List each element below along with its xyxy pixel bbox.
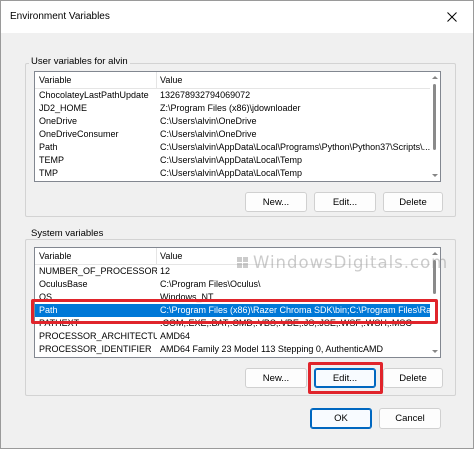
variable-name: OculusBase bbox=[39, 279, 88, 289]
system-edit-button[interactable]: Edit... bbox=[314, 368, 376, 388]
variable-value: AMD64 bbox=[160, 331, 191, 341]
table-row[interactable]: OculusBase C:\Program Files\Oculus\ bbox=[35, 278, 440, 291]
variable-name: TEMP bbox=[39, 155, 65, 165]
column-header-variable[interactable]: Variable bbox=[35, 72, 71, 89]
user-edit-button[interactable]: Edit... bbox=[314, 192, 376, 212]
variable-value: Windows_NT bbox=[160, 292, 214, 302]
variable-name: OS bbox=[39, 292, 53, 302]
table-row[interactable]: PATHEXT .COM;.EXE;.BAT;.CMD;.VBS;.VBE;.JS… bbox=[35, 317, 440, 330]
table-row[interactable]: PROCESSOR_ARCHITECTUREAMD64 bbox=[35, 330, 440, 343]
table-row[interactable]: OS Windows_NT bbox=[35, 291, 440, 304]
user-variable-rows: ChocolateyLastPathUpdate 1326789327940690… bbox=[35, 89, 440, 180]
variable-name: TMP bbox=[39, 168, 58, 178]
scroll-up-icon[interactable] bbox=[432, 252, 438, 255]
variable-value: C:\Users\alvin\AppData\Local\Temp bbox=[160, 155, 303, 165]
scroll-up-icon[interactable] bbox=[432, 76, 438, 79]
system-variables-label: System variables bbox=[29, 228, 106, 239]
variable-value: C:\Users\alvin\OneDrive bbox=[160, 116, 257, 126]
variable-name: Path bbox=[39, 142, 58, 152]
variable-name: Path bbox=[39, 305, 58, 315]
user-list-header: Variable Value bbox=[35, 72, 440, 89]
variable-value: C:\Users\alvin\OneDrive bbox=[160, 129, 257, 139]
variable-value: C:\Users\alvin\AppData\Local\Temp bbox=[160, 168, 303, 178]
variable-name: NUMBER_OF_PROCESSORS bbox=[39, 266, 157, 276]
variable-value: 12 bbox=[160, 266, 171, 276]
variable-value: .COM;.EXE;.BAT;.CMD;.VBS;.VBE;.JS;.JSE;.… bbox=[160, 318, 412, 328]
variable-name: JD2_HOME bbox=[39, 103, 88, 113]
variable-value: C:\Users\alvin\AppData\Local\Programs\Py… bbox=[160, 142, 431, 152]
system-variables-list[interactable]: Variable Value NUMBER_OF_PROCESSORS 12 Oc… bbox=[34, 247, 441, 358]
user-list-scrollbar[interactable] bbox=[430, 72, 440, 181]
scroll-down-icon[interactable] bbox=[432, 350, 438, 353]
variable-value: C:\Program Files (x86)\Razer Chroma SDK\… bbox=[160, 305, 441, 315]
column-header-variable[interactable]: Variable bbox=[35, 248, 71, 265]
column-header-value[interactable]: Value bbox=[156, 248, 182, 265]
variable-value: Z:\Program Files (x86)\jdownloader bbox=[160, 103, 301, 113]
system-variable-rows: NUMBER_OF_PROCESSORS 12 OculusBase C:\Prog… bbox=[35, 265, 440, 356]
table-row[interactable]: PROCESSOR_IDENTIFIER AMD64 Family 23 Mode… bbox=[35, 343, 440, 356]
title-bar[interactable]: Environment Variables bbox=[1, 1, 473, 33]
variable-name: ChocolateyLastPathUpdate bbox=[39, 90, 149, 100]
variable-name: OneDriveConsumer bbox=[39, 129, 119, 139]
user-variables-list[interactable]: Variable Value ChocolateyLastPathUpdate 1… bbox=[34, 71, 441, 182]
scroll-down-icon[interactable] bbox=[432, 174, 438, 177]
window-title: Environment Variables bbox=[10, 11, 110, 22]
system-list-header: Variable Value bbox=[35, 248, 440, 265]
variable-value: 132678932794069072 bbox=[160, 90, 251, 100]
table-row[interactable]: OneDriveConsumer C:\Users\alvin\OneDrive bbox=[35, 128, 440, 141]
scroll-thumb[interactable] bbox=[433, 84, 436, 150]
close-icon bbox=[447, 12, 457, 22]
variable-name: PROCESSOR_IDENTIFIER bbox=[39, 344, 152, 354]
variable-name: PROCESSOR_ARCHITECTURE bbox=[39, 331, 157, 341]
table-row[interactable]: NUMBER_OF_PROCESSORS 12 bbox=[35, 265, 440, 278]
variable-value: C:\Program Files\Oculus\ bbox=[160, 279, 261, 289]
table-row[interactable]: Path C:\Users\alvin\AppData\Local\Program… bbox=[35, 141, 440, 154]
table-row-selected[interactable]: Path C:\Program Files (x86)\Razer Chroma … bbox=[35, 304, 440, 317]
system-delete-button[interactable]: Delete bbox=[383, 368, 443, 388]
system-list-scrollbar[interactable] bbox=[430, 248, 440, 357]
variable-name: PATHEXT bbox=[39, 318, 80, 328]
user-new-button[interactable]: New... bbox=[245, 192, 307, 212]
user-variables-label: User variables for alvin bbox=[29, 56, 130, 67]
ok-button[interactable]: OK bbox=[310, 408, 372, 429]
user-delete-button[interactable]: Delete bbox=[383, 192, 443, 212]
column-header-value[interactable]: Value bbox=[156, 72, 182, 89]
table-row[interactable]: TMP C:\Users\alvin\AppData\Local\Temp bbox=[35, 167, 440, 180]
cancel-button[interactable]: Cancel bbox=[379, 408, 441, 429]
table-row[interactable]: JD2_HOME Z:\Program Files (x86)\jdownload… bbox=[35, 102, 440, 115]
system-new-button[interactable]: New... bbox=[245, 368, 307, 388]
environment-variables-dialog: Environment Variables User variables for… bbox=[0, 0, 474, 449]
table-row[interactable]: ChocolateyLastPathUpdate 1326789327940690… bbox=[35, 89, 440, 102]
close-button[interactable] bbox=[435, 3, 469, 31]
table-row[interactable]: TEMP C:\Users\alvin\AppData\Local\Temp bbox=[35, 154, 440, 167]
table-row[interactable]: OneDrive C:\Users\alvin\OneDrive bbox=[35, 115, 440, 128]
variable-name: OneDrive bbox=[39, 116, 78, 126]
variable-value: AMD64 Family 23 Model 113 Stepping 0, Au… bbox=[160, 344, 383, 354]
scroll-thumb[interactable] bbox=[433, 260, 436, 294]
